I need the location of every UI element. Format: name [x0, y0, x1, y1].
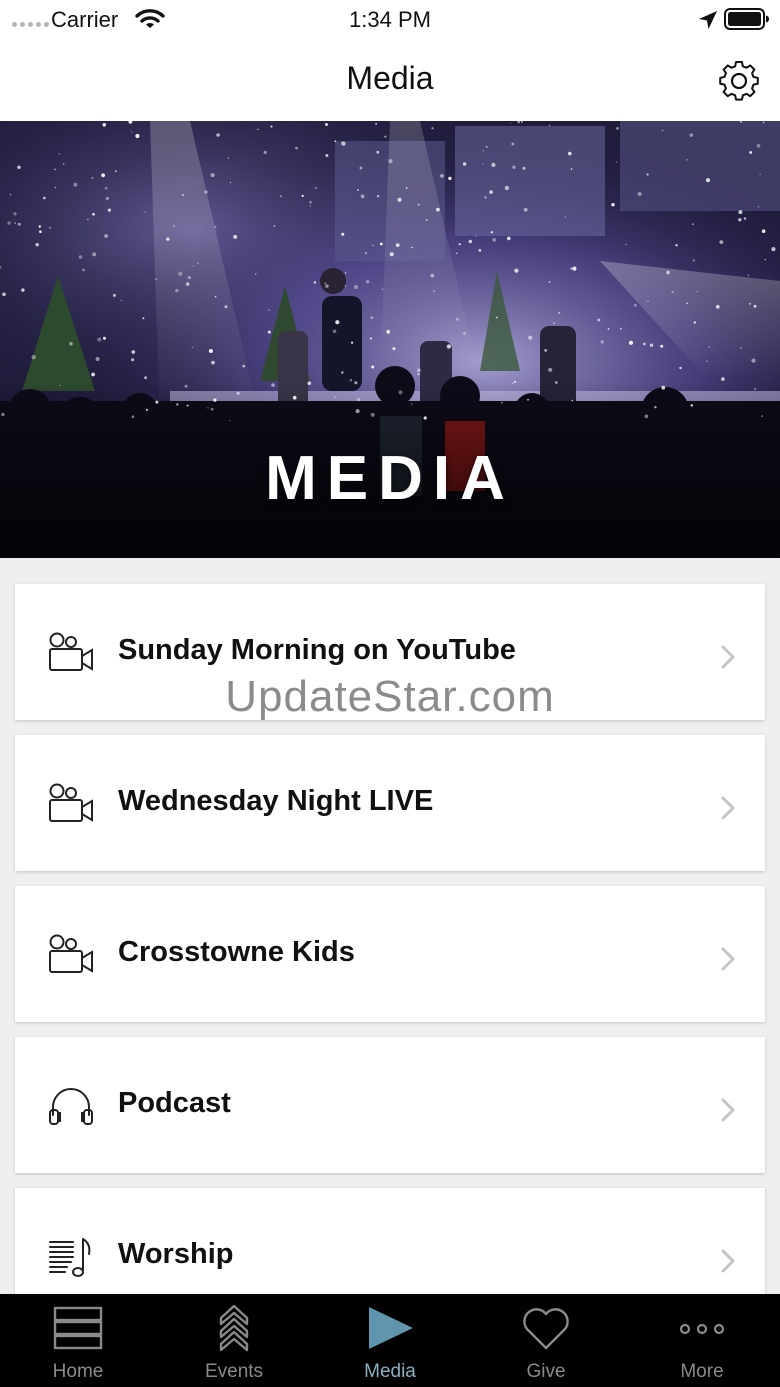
video-camera-icon [49, 783, 93, 822]
stack-icon [53, 1306, 103, 1350]
settings-button[interactable] [716, 58, 762, 104]
media-item-label: Wednesday Night LIVE [118, 785, 434, 817]
media-item-crosstowne-kids[interactable]: Crosstowne Kids [15, 886, 765, 1022]
video-camera-icon [49, 632, 93, 671]
video-camera-icon [49, 934, 93, 973]
heart-icon [523, 1308, 569, 1350]
chevron-right-icon [721, 796, 735, 820]
more-dots-icon [679, 1323, 725, 1335]
headphones-icon [49, 1088, 93, 1125]
status-bar: Carrier 1:34 PM [0, 0, 780, 40]
battery-icon [724, 8, 769, 30]
tab-give[interactable]: Give [468, 1294, 624, 1387]
media-item-label: Crosstowne Kids [118, 936, 355, 968]
chevron-right-icon [721, 947, 735, 971]
tab-more[interactable]: More [624, 1294, 780, 1387]
navigation-bar: Media [0, 40, 780, 121]
hero-banner: MEDIA [0, 121, 780, 558]
app-screen: Carrier 1:34 PM Media MEDIA Sunday Morni… [0, 0, 780, 1387]
music-sheet-icon [49, 1238, 91, 1277]
hero-title: MEDIA [265, 444, 515, 513]
play-icon [369, 1307, 413, 1349]
tab-events[interactable]: Events [156, 1294, 312, 1387]
chevron-right-icon [721, 645, 735, 669]
tab-label: More [680, 1361, 724, 1382]
watermark-text: UpdateStar.com [225, 672, 555, 721]
chevron-right-icon [721, 1249, 735, 1273]
media-item-podcast[interactable]: Podcast [15, 1037, 765, 1173]
tab-label: Events [204, 1361, 264, 1382]
chevron-right-icon [721, 1098, 735, 1122]
gear-icon [719, 61, 759, 101]
tab-bar: Home Events Media Give More [0, 1294, 780, 1387]
tab-media[interactable]: Media [312, 1294, 468, 1387]
location-arrow-icon [699, 11, 717, 29]
tab-home[interactable]: Home [0, 1294, 156, 1387]
media-item-label: Sunday Morning on YouTube [118, 634, 516, 666]
play-icon-shape [369, 1307, 413, 1349]
tab-label: Give [526, 1361, 566, 1382]
media-item-wednesday-night[interactable]: Wednesday Night LIVE [15, 735, 765, 871]
tab-label: Home [52, 1361, 104, 1382]
media-item-label: Worship [118, 1238, 234, 1270]
chevrons-up-icon [219, 1304, 249, 1352]
tab-label: Media [364, 1361, 416, 1382]
media-item-label: Podcast [118, 1087, 231, 1119]
status-time: 1:34 PM [349, 7, 431, 32]
page-title: Media [346, 60, 434, 96]
